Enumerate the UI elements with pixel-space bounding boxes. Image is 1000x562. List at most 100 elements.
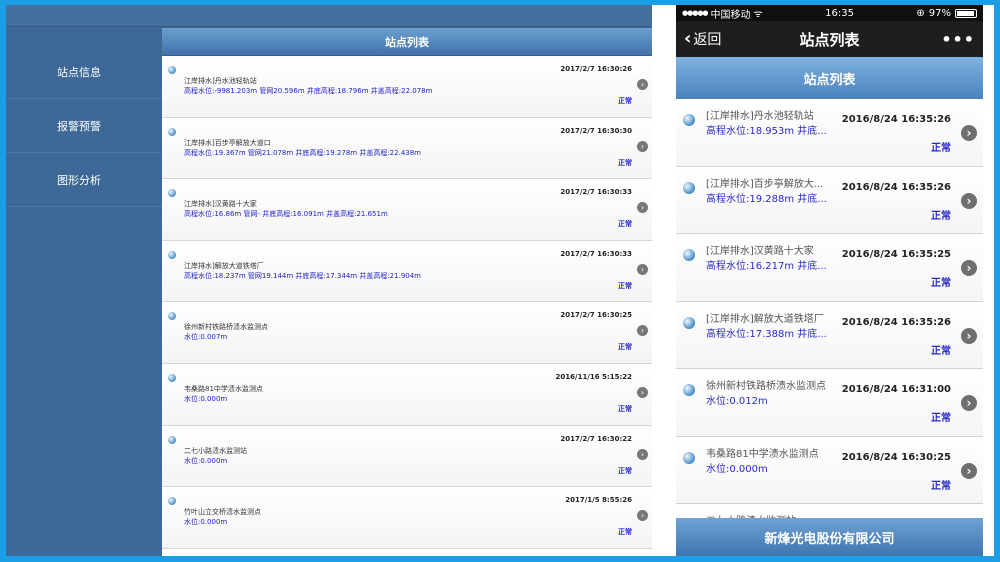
sidebar-item-graph-analysis[interactable]: 图形分析 — [6, 153, 162, 207]
station-dot-icon — [168, 373, 176, 382]
status-bar: ●●●●● 中国移动 ᯤ 16:35 ⊕ 97% — [676, 5, 983, 21]
station-name: 二七小路渍水监测站 — [184, 446, 247, 455]
station-detail: 水位:0.000m — [184, 456, 228, 465]
battery-percent: 97% — [928, 7, 951, 19]
station-name: 徐州新村铁路桥渍水监测点 — [184, 323, 268, 332]
station-time: 2016/8/24 16:35:26 — [841, 181, 951, 193]
station-name: [江岸排水]百步亭解放大... — [706, 178, 824, 190]
station-time: 2017/2/7 16:30:22 — [560, 434, 632, 443]
list-item[interactable]: 竹叶山立交桥渍水监测点 水位:0.000m 2017/1/5 8:55:26 正… — [162, 487, 652, 549]
station-name: 江岸排水]百步亭解放大道口 — [184, 138, 271, 147]
list-item[interactable]: [江岸排水]解放大道铁塔厂 高程水位:17.388m 井底... 2016/8/… — [676, 301, 983, 369]
chevron-right-icon[interactable]: › — [637, 448, 648, 460]
station-detail: 水位:0.012m — [706, 396, 768, 407]
station-name: 江岸排水]丹水池轻轨站 — [184, 77, 257, 85]
station-name: 竹叶山立交桥渍水监测点 — [184, 508, 261, 517]
station-detail: 水位:0.000m — [706, 463, 768, 475]
station-dot-icon — [168, 127, 176, 136]
chevron-right-icon[interactable]: › — [637, 386, 648, 398]
station-time: 2017/2/7 16:30:26 — [560, 65, 632, 73]
list-item[interactable]: [江岸排水]汉黄路十大家 高程水位:16.217m 井底... 2016/8/2… — [676, 234, 983, 302]
status-badge: 正常 — [618, 343, 632, 352]
chevron-right-icon[interactable]: › — [637, 510, 648, 522]
station-time: 2016/8/24 16:30:25 — [841, 451, 951, 463]
chevron-right-icon[interactable]: › — [637, 202, 648, 214]
chevron-right-icon[interactable]: › — [637, 79, 648, 90]
status-badge: 正常 — [618, 220, 632, 229]
chevron-right-icon[interactable]: › — [637, 325, 648, 337]
station-time: 2017/2/7 16:30:33 — [560, 188, 632, 197]
station-time: 2016/11/16 5:15:22 — [555, 372, 632, 381]
page-title: 站点列表 — [799, 31, 860, 49]
station-detail: 高程水位:16.217m 井底... — [706, 261, 827, 272]
list-item[interactable]: 韦桑路81中学渍水监测点 水位:0.000m 2016/11/16 5:15:2… — [162, 363, 652, 426]
sidebar-item-label: 站点信息 — [57, 65, 101, 79]
chevron-right-icon[interactable]: › — [961, 462, 977, 479]
status-badge: 正常 — [618, 281, 632, 290]
list-item[interactable]: [江岸排水]百步亭解放大... 高程水位:19.288m 井底... 2016/… — [676, 166, 983, 234]
station-dot-icon — [168, 497, 176, 506]
lock-icon: ⊕ — [916, 7, 925, 19]
list-item[interactable]: 江岸排水]丹水池轻轨站 高程水位:-9981.203m 管网20.596m 井底… — [162, 56, 652, 118]
status-badge: 正常 — [618, 466, 632, 475]
station-dot-icon — [683, 451, 695, 464]
chevron-right-icon[interactable]: › — [961, 327, 977, 344]
signal-icon: ●●●●● — [682, 9, 709, 17]
back-button[interactable]: ‹ 返回 — [684, 29, 721, 49]
station-detail: 水位:0.000m — [184, 518, 228, 527]
list-item[interactable]: 徐州新村铁路桥渍水监测点 水位:0.007m 2017/2/7 16:30:25… — [162, 302, 652, 364]
status-badge: 正常 — [931, 278, 951, 289]
list-item[interactable]: 韦桑路81中学渍水监测点 水位:0.000m 2016/8/24 16:30:2… — [676, 436, 983, 504]
list-item[interactable]: 江岸排水]百步亭解放大道口 高程水位:19.367m 管网21.078m 井底高… — [162, 117, 652, 180]
station-detail: 高程水位:17.388m 井底... — [706, 328, 827, 340]
chevron-right-icon[interactable]: › — [961, 260, 977, 276]
chevron-right-icon[interactable]: › — [961, 125, 977, 141]
status-badge: 正常 — [618, 528, 632, 537]
station-dot-icon — [168, 189, 176, 198]
station-dot-icon — [683, 114, 695, 126]
station-detail: 高程水位:18.953m 井底... — [706, 126, 827, 137]
carrier-label: 中国移动 — [710, 9, 751, 21]
phone-view: ●●●●● 中国移动 ᯤ 16:35 ⊕ 97% ‹ 返回 站点列表 ••• 站… — [676, 5, 983, 556]
clock: 16:35 — [825, 7, 854, 19]
station-name: 韦桑路81中学渍水监测点 — [706, 448, 819, 460]
chevron-right-icon[interactable]: › — [961, 192, 977, 209]
station-time: 2017/2/7 16:30:30 — [560, 126, 632, 135]
chevron-right-icon[interactable]: › — [637, 140, 648, 152]
station-dot-icon — [168, 435, 176, 444]
station-list-panel: 站点列表 江岸排水]丹水池轻轨站 高程水位:-9981.203m 管网20.59… — [162, 28, 652, 556]
status-badge: 正常 — [931, 413, 951, 424]
back-label: 返回 — [693, 32, 722, 48]
list-title: 站点列表 — [676, 57, 983, 99]
more-icon[interactable]: ••• — [941, 30, 975, 49]
chevron-right-icon[interactable]: › — [961, 395, 977, 411]
station-detail: 高程水位:-9981.203m 管网20.596m 井底高程:18.796m 井… — [184, 87, 433, 95]
station-dot-icon — [168, 250, 176, 259]
station-name: 江岸排水]解放大道铁塔厂 — [184, 261, 264, 270]
list-item[interactable]: 江岸排水]汉黄路十大家 高程水位:16.86m 管网- 井底高程:16.091m… — [162, 179, 652, 241]
sidebar-item-alarm[interactable]: 报警预警 — [6, 99, 162, 153]
sidebar: 站点信息 报警预警 图形分析 — [6, 45, 162, 556]
list-item[interactable]: 徐州新村铁路桥渍水监测点 水位:0.012m 2016/8/24 16:31:0… — [676, 369, 983, 437]
station-time: 2016/8/24 16:35:26 — [841, 316, 951, 328]
list-title: 站点列表 — [162, 28, 652, 56]
station-time: 2017/1/5 8:55:26 — [565, 496, 632, 505]
station-dot-icon — [683, 181, 695, 194]
station-name: [江岸排水]汉黄路十大家 — [706, 246, 814, 257]
sidebar-item-station-info[interactable]: 站点信息 — [6, 45, 162, 99]
station-detail: 水位:0.007m — [184, 333, 228, 342]
station-dot-icon — [683, 316, 695, 329]
list-item[interactable]: 江岸排水]解放大道铁塔厂 高程水位:18.237m 管网19.144m 井底高程… — [162, 240, 652, 303]
chevron-right-icon[interactable]: › — [637, 263, 648, 275]
list-item[interactable]: 二七小路渍水监测站 水位:0.000m 2017/2/7 16:30:22 正常… — [162, 425, 652, 488]
list-item[interactable]: [江岸排水]丹水池轻轨站 高程水位:18.953m 井底... 2016/8/2… — [676, 99, 983, 167]
station-time: 2017/2/7 16:30:33 — [560, 249, 632, 258]
station-dot-icon — [168, 312, 176, 321]
status-badge: 正常 — [618, 158, 632, 167]
station-dot-icon — [683, 384, 695, 396]
sidebar-item-label: 报警预警 — [57, 119, 101, 133]
station-time: 2016/8/24 16:31:00 — [841, 384, 951, 395]
status-badge: 正常 — [931, 480, 951, 492]
station-detail: 高程水位:18.237m 管网19.144m 井底高程:17.344m 井盖高程… — [184, 271, 421, 280]
screenshot-frame: 站点信息 报警预警 图形分析 站点列表 江岸排水]丹水池轻轨站 高程水位:-99… — [6, 5, 994, 556]
